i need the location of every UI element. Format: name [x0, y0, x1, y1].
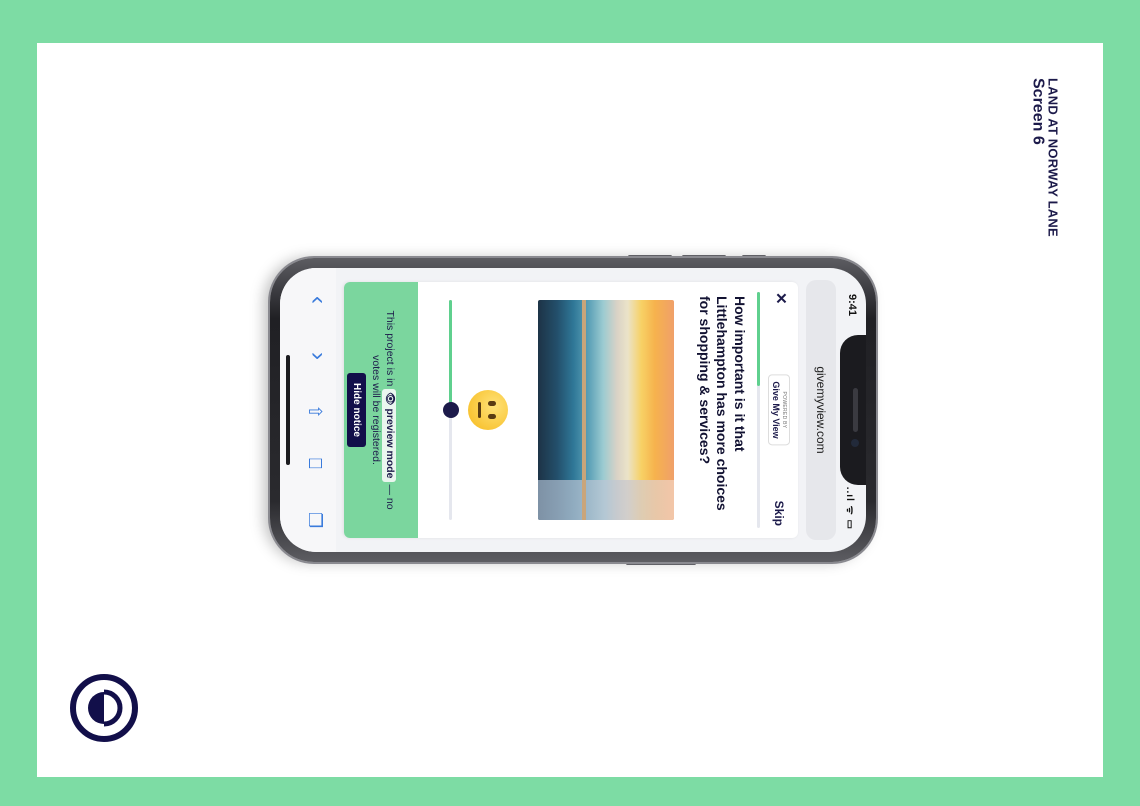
- clothes-rack-photo: [538, 300, 674, 520]
- notice-text-before: This project is in: [384, 310, 396, 387]
- rating-slider: [418, 282, 528, 538]
- document-subtitle: Screen 6: [1029, 78, 1047, 145]
- share-icon[interactable]: ⇧: [305, 404, 325, 419]
- phone-notch: [840, 335, 866, 485]
- close-button[interactable]: ✕: [772, 292, 790, 305]
- tabs-icon[interactable]: ❐: [305, 512, 325, 528]
- browser-toolbar: ‹ › ⇧ ⎕ ❐: [280, 268, 336, 552]
- emoji-eye-right: [488, 414, 496, 419]
- back-icon[interactable]: ‹: [305, 296, 332, 304]
- half-circle-logo-icon: [70, 674, 138, 742]
- home-indicator: [286, 355, 290, 465]
- brand-badge: POWERED BY Give My View: [768, 374, 790, 446]
- progress-fill: [757, 292, 760, 387]
- preview-notice: This project is in 👁 preview mode — no v…: [344, 282, 418, 538]
- status-icons: ..ıl ᯤ ▭: [844, 486, 855, 530]
- document-title: LAND AT NORWAY LANE: [1045, 78, 1061, 237]
- notice-text: This project is in 👁 preview mode — no v…: [369, 300, 396, 520]
- phone-screen: 9:41 ..ıl ᯤ ▭ givemyview.com ✕ POWERED B…: [280, 268, 866, 552]
- emoji-mouth: [478, 402, 481, 418]
- slider-fill: [449, 300, 452, 410]
- question-text: How important is it that Littlehampton h…: [697, 296, 748, 511]
- phone-power-button: [626, 562, 696, 565]
- card-header: ✕ POWERED BY Give My View Skip: [754, 282, 798, 538]
- progress-bar: [757, 292, 760, 528]
- front-camera-icon: [851, 439, 859, 447]
- photo-rail: [582, 300, 586, 520]
- survey-card: ✕ POWERED BY Give My View Skip How impor…: [344, 282, 798, 538]
- emoji-eye-left: [488, 401, 496, 406]
- url-text: givemyview.com: [814, 366, 828, 454]
- document-heading: LAND AT NORWAY LANE Screen 6: [1029, 78, 1061, 237]
- photo-background: [538, 480, 674, 520]
- hide-notice-button[interactable]: Hide notice: [347, 373, 366, 447]
- phone-mockup: 9:41 ..ıl ᯤ ▭ givemyview.com ✕ POWERED B…: [270, 255, 876, 565]
- speaker-grille: [853, 388, 858, 432]
- skip-button[interactable]: Skip: [772, 501, 786, 526]
- neutral-face-icon: [468, 390, 508, 430]
- forward-icon[interactable]: ›: [305, 352, 332, 360]
- phone-body: 9:41 ..ıl ᯤ ▭ givemyview.com ✕ POWERED B…: [270, 255, 876, 565]
- status-time: 9:41: [846, 294, 858, 317]
- brand-name: Give My View: [771, 381, 781, 439]
- preview-mode-badge: 👁 preview mode: [382, 389, 396, 482]
- bookmarks-icon[interactable]: ⎕: [305, 458, 325, 469]
- brand-powered-text: POWERED BY: [781, 391, 787, 429]
- browser-address-bar[interactable]: givemyview.com: [806, 280, 836, 540]
- slider-thumb[interactable]: [443, 402, 459, 418]
